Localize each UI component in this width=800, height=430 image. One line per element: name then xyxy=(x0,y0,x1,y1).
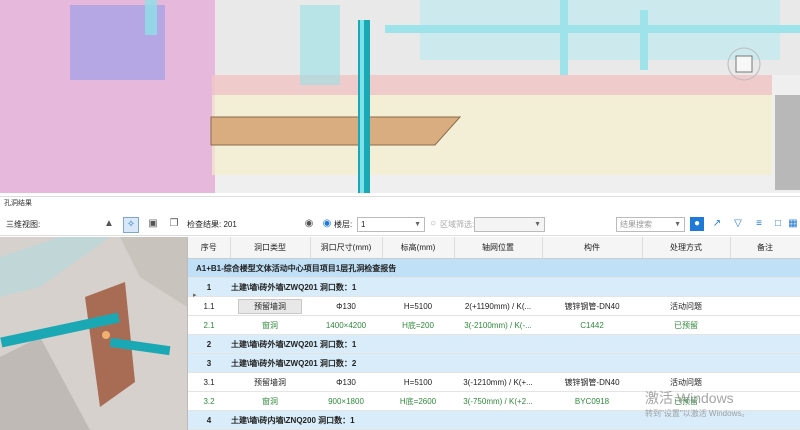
chevron-down-icon: ▼ xyxy=(674,221,681,228)
pin-icon[interactable]: □ xyxy=(771,217,785,231)
cell-size: 900×1800 xyxy=(310,391,382,411)
cell-axis: 2(+1190mm) / K(... xyxy=(454,296,542,316)
model-viewport[interactable] xyxy=(0,0,800,193)
search-placeholder: 结果搜索 xyxy=(620,220,652,229)
cube-view-icon[interactable]: ▲ xyxy=(102,217,116,231)
cell-part: 镀锌钢管-DN40 xyxy=(542,372,642,392)
hole-type-button[interactable]: 预留墙洞 xyxy=(238,298,302,314)
column-header[interactable]: 处理方式 xyxy=(642,237,731,259)
cell-elev: H底=2600 xyxy=(382,391,454,411)
cell-size: 1400×4200 xyxy=(310,315,382,335)
watermark-subtitle: 转到"设置"以激活 Windows。 xyxy=(645,409,750,418)
cell-seq: 2.1 xyxy=(188,315,230,335)
preview-viewport[interactable] xyxy=(0,237,188,430)
column-header[interactable]: 备注 xyxy=(730,237,800,259)
group-label: 土建\墙\砖外墙\ZWQ201 洞口数：1 xyxy=(230,334,800,354)
cell-part: C1442 xyxy=(542,315,642,335)
view-label: 三维视图: xyxy=(6,220,41,229)
cell-type: 窗洞 xyxy=(230,315,310,335)
list-icon[interactable]: ≡ xyxy=(752,217,766,231)
cell-part: 镀锌钢管-DN40 xyxy=(542,296,642,316)
cell-axis: 3(-750mm) / K(+2... xyxy=(454,391,542,411)
area-radio[interactable]: ○ xyxy=(426,217,440,231)
row-seq: 3 xyxy=(188,353,230,373)
cell-part: BYC0918 xyxy=(542,391,642,411)
column-header[interactable]: 洞口类型 xyxy=(230,237,311,259)
chevron-down-icon: ▼ xyxy=(534,221,541,228)
group-label: 土建\墙\砖外墙\ZWQ201 洞口数：2 xyxy=(230,353,800,373)
row-seq: 2 xyxy=(188,334,230,354)
preview-scene xyxy=(0,237,187,430)
cell-size: Φ130 xyxy=(310,296,382,316)
table-row[interactable]: 1.1 预留墙洞 Φ130 H=5100 2(+1190mm) / K(... 镀锌钢管-… xyxy=(188,296,800,316)
cell-type: 窗洞 xyxy=(230,391,310,411)
column-header[interactable]: 构件 xyxy=(542,237,643,259)
table-row[interactable]: 2.1 窗洞 1400×4200 H底=200 3(-2100mm) / K(-... C… xyxy=(188,315,800,335)
floor-radio[interactable]: ◉ xyxy=(320,217,334,231)
column-header[interactable]: 序号 xyxy=(188,237,231,259)
fit-view-icon[interactable]: ✧ xyxy=(123,217,139,233)
group-row[interactable]: 1 土建\墙\砖外墙\ZWQ201 洞口数：1 xyxy=(188,277,800,297)
column-header[interactable]: 轴网位置 xyxy=(454,237,543,259)
cell-elev: H=5100 xyxy=(382,372,454,392)
cell-seq: 3.2 xyxy=(188,391,230,411)
floor-value: 1 xyxy=(361,220,366,229)
filter-icon[interactable]: ▽ xyxy=(731,217,745,231)
cell-type: 预留墙洞 xyxy=(230,296,310,316)
cell-seq: 3.1 xyxy=(188,372,230,392)
toolbar: 三维视图: ▲ ✧ ▣ ❐ 检查结果: 201 ◉ ◉ 楼层: 1 ▼ ○ 区域… xyxy=(0,213,800,236)
cell-seq: 1.1 xyxy=(188,296,230,316)
row-seq: 4 xyxy=(188,410,230,430)
row-pointer-icon: ▸ xyxy=(193,292,197,299)
cell-note xyxy=(730,315,800,335)
cell-elev: H底=200 xyxy=(382,315,454,335)
area-label: 区域筛选: xyxy=(440,220,475,229)
eye-icon[interactable]: ◉ xyxy=(302,217,316,231)
table-root-row[interactable]: A1+B1-综合楼型文体活动中心项目项目1层孔洞检查报告 xyxy=(188,258,800,278)
group-label: 土建\墙\砖外墙\ZWQ201 洞口数：1 xyxy=(230,277,800,297)
windows-watermark: 激活 Windows 转到"设置"以激活 Windows。 xyxy=(645,388,749,419)
locate-icon[interactable]: ● xyxy=(690,217,704,231)
search-select[interactable]: 结果搜索 ▼ xyxy=(616,217,685,232)
report-title: A1+B1-综合楼型文体活动中心项目项目1层孔洞检查报告 xyxy=(188,258,800,278)
model-scene xyxy=(0,0,800,193)
group-row[interactable]: 3 土建\墙\砖外墙\ZWQ201 洞口数：2 xyxy=(188,353,800,373)
panel-title: 孔洞结果 xyxy=(0,196,800,213)
more-icon[interactable]: ▦ xyxy=(788,217,798,231)
floor-label: 楼层: xyxy=(334,220,353,229)
cell-handle: 已预留 xyxy=(642,315,730,335)
group-row[interactable]: 2 土建\墙\砖外墙\ZWQ201 洞口数：1 xyxy=(188,334,800,354)
table-header: 序号 洞口类型 洞口尺寸(mm) 标高(mm) 轴网位置 构件 处理方式 备注 xyxy=(188,237,800,259)
cell-type: 预留墙洞 xyxy=(230,372,310,392)
chevron-down-icon: ▼ xyxy=(414,221,421,228)
cell-axis: 3(-1210mm) / K(+... xyxy=(454,372,542,392)
check-result-count: 检查结果: 201 xyxy=(187,220,237,229)
cell-axis: 3(-2100mm) / K(-... xyxy=(454,315,542,335)
column-header[interactable]: 标高(mm) xyxy=(382,237,455,259)
cell-note xyxy=(730,296,800,316)
watermark-title: 激活 Windows xyxy=(645,390,734,406)
column-header[interactable]: 洞口尺寸(mm) xyxy=(310,237,383,259)
cell-elev: H=5100 xyxy=(382,296,454,316)
area-select[interactable]: ▼ xyxy=(474,217,545,232)
floor-select[interactable]: 1 ▼ xyxy=(357,217,425,232)
export-icon[interactable]: ↗ xyxy=(710,217,724,231)
copy-icon[interactable]: ❐ xyxy=(167,217,181,231)
camera-icon[interactable]: ▣ xyxy=(146,217,160,231)
cell-handle: 活动问题 xyxy=(642,296,730,316)
cell-size: Φ130 xyxy=(310,372,382,392)
